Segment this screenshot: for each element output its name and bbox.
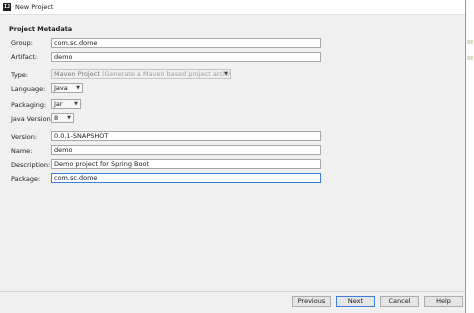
artifact-field[interactable]: demo: [51, 52, 321, 62]
artifact-label: Artifact:: [11, 53, 38, 61]
window-title: New Project: [15, 3, 54, 11]
intellij-icon: IJ: [3, 3, 11, 11]
type-label: Type:: [11, 71, 29, 79]
footer-divider: [0, 291, 465, 292]
name-field[interactable]: demo: [51, 145, 321, 155]
background-mark: [467, 40, 473, 44]
language-value: Java: [54, 84, 68, 92]
packaging-label: Packaging:: [11, 101, 47, 109]
type-hint: (Generate a Maven based project archive.…: [101, 70, 231, 78]
next-button[interactable]: Next: [336, 296, 375, 307]
title-bar: IJ New Project: [0, 0, 465, 15]
chevron-down-icon: ▼: [67, 115, 71, 121]
type-value: Maven Project: [54, 70, 100, 78]
chevron-down-icon: ▼: [224, 71, 228, 77]
version-label: Version:: [11, 133, 38, 141]
section-title: Project Metadata: [9, 25, 73, 33]
java-version-value: 8: [54, 114, 59, 122]
background-mark: [467, 56, 473, 60]
cancel-button[interactable]: Cancel: [380, 296, 419, 307]
packaging-select[interactable]: Jar ▼: [51, 99, 81, 109]
chevron-down-icon: ▼: [74, 101, 78, 107]
version-field[interactable]: 0.0.1-SNAPSHOT: [51, 131, 321, 141]
packaging-value: Jar: [54, 100, 63, 108]
type-select[interactable]: Maven Project (Generate a Maven based pr…: [51, 69, 231, 79]
package-field[interactable]: com.sc.dome: [51, 173, 321, 183]
description-label: Description:: [11, 161, 51, 169]
chevron-down-icon: ▼: [76, 85, 80, 91]
name-label: Name:: [11, 147, 33, 155]
language-label: Language:: [11, 85, 46, 93]
group-field[interactable]: com.sc.dome: [51, 38, 321, 48]
help-button[interactable]: Help: [424, 296, 463, 307]
description-field[interactable]: Demo project for Spring Boot: [51, 159, 321, 169]
previous-button[interactable]: Previous: [292, 296, 331, 307]
java-version-select[interactable]: 8 ▼: [51, 113, 74, 123]
package-label: Package:: [11, 175, 41, 183]
language-select[interactable]: Java ▼: [51, 83, 83, 93]
java-version-label: Java Version:: [11, 115, 53, 123]
background-window-edge: [466, 0, 474, 313]
new-project-window: IJ New Project Project Metadata Group: c…: [0, 0, 466, 313]
group-label: Group:: [11, 39, 33, 47]
